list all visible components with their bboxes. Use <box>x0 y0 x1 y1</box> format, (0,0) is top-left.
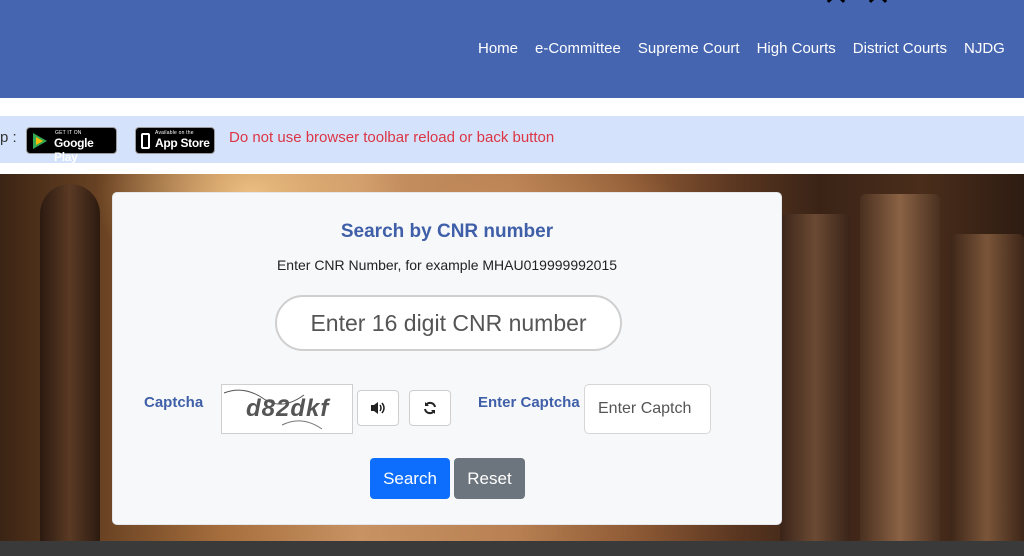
logo-fragment <box>826 0 888 3</box>
google-play-large-text: Google Play <box>54 136 94 164</box>
captcha-image: d82dkf <box>221 384 353 434</box>
cnr-search-card: Search by CNR number Enter CNR Number, f… <box>112 192 782 525</box>
cnr-number-input[interactable] <box>275 295 622 351</box>
nav-e-committee[interactable]: e-Committee <box>535 40 621 57</box>
footer-strip <box>0 541 1024 556</box>
google-play-badge[interactable]: GET IT ON Google Play <box>26 127 117 164</box>
app-info-bar: p : GET IT ON Google Play Available on t… <box>0 116 1024 164</box>
nav-supreme-court[interactable]: Supreme Court <box>638 40 740 57</box>
captcha-refresh-button[interactable] <box>409 390 451 426</box>
enter-captcha-label: Enter Captcha <box>478 394 580 411</box>
nav-district-courts[interactable]: District Courts <box>853 40 947 57</box>
nav-home[interactable]: Home <box>478 40 518 57</box>
main-nav: Home e-Committee Supreme Court High Cour… <box>478 40 1022 57</box>
reload-warning: Do not use browser toolbar reload or bac… <box>229 129 555 146</box>
card-subtitle: Enter CNR Number, for example MHAU019999… <box>276 257 618 273</box>
google-play-icon-inner <box>36 137 43 145</box>
app-store-large-text: App Store <box>155 136 210 150</box>
captcha-input[interactable] <box>584 384 711 434</box>
top-navbar: Home e-Committee Supreme Court High Cour… <box>0 0 1024 98</box>
volume-icon <box>371 402 385 414</box>
card-title: Search by CNR number <box>340 221 554 242</box>
app-label-fragment: p : <box>0 129 17 146</box>
captcha-text: d82dkf <box>246 395 330 422</box>
nav-high-courts[interactable]: High Courts <box>757 40 836 57</box>
refresh-icon <box>424 401 436 415</box>
captcha-audio-button[interactable] <box>357 390 399 426</box>
apple-phone-icon <box>141 133 150 149</box>
app-store-badge[interactable]: Available on the App Store <box>135 127 215 154</box>
nav-njdg[interactable]: NJDG <box>964 40 1005 57</box>
captcha-label: Captcha <box>144 394 204 411</box>
search-button[interactable]: Search <box>370 458 450 499</box>
reset-button[interactable]: Reset <box>454 458 525 499</box>
